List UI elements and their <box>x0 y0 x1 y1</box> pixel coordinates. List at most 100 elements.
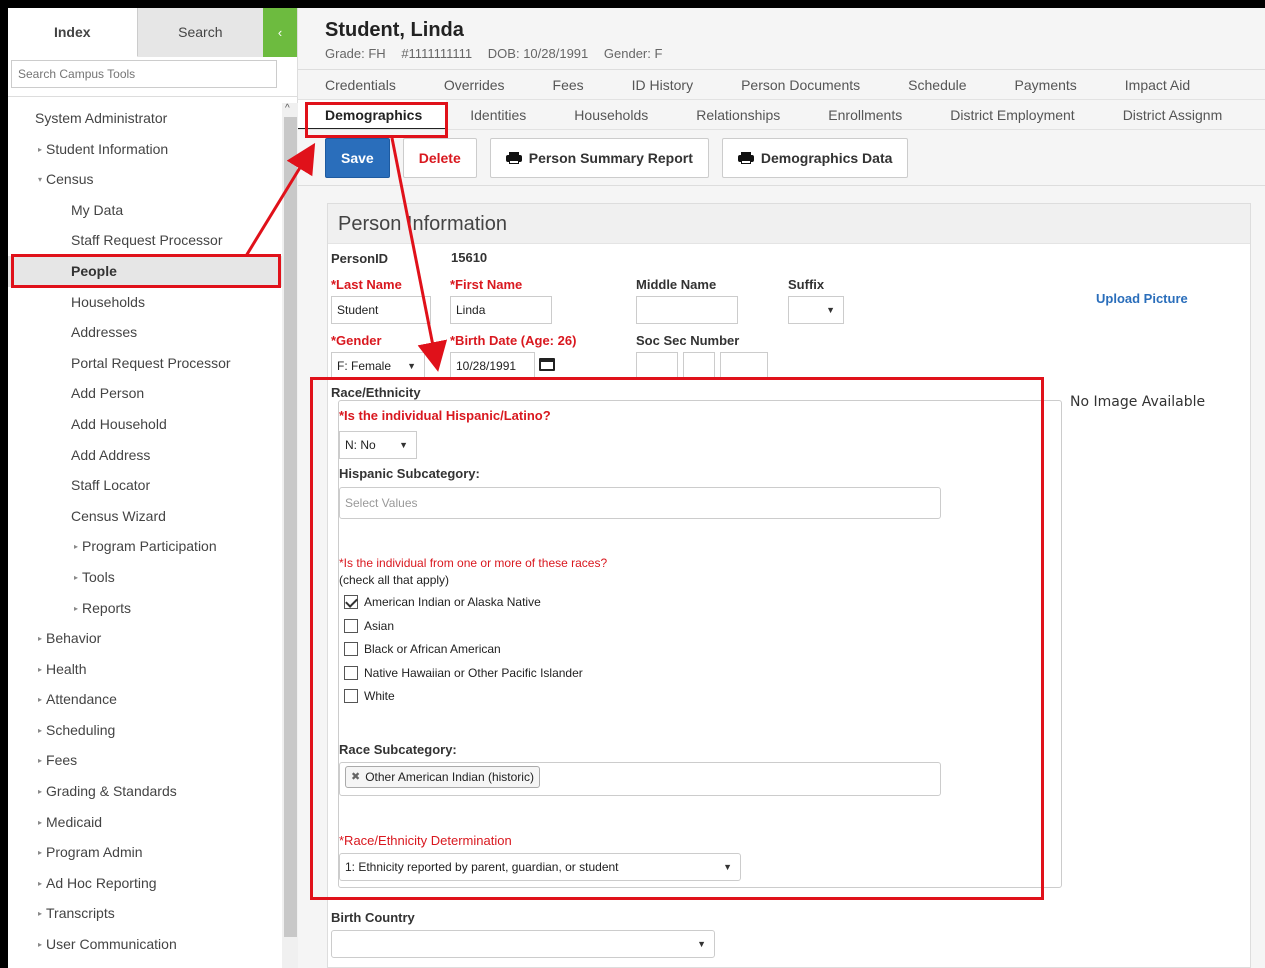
tab-id-history[interactable]: ID History <box>608 77 717 93</box>
hispanic-subcategory-input[interactable]: Select Values <box>339 487 941 519</box>
middle-name-input[interactable] <box>636 296 738 324</box>
delete-button[interactable]: Delete <box>402 137 477 178</box>
sidebar-item-label: Households <box>71 293 145 310</box>
student-dob: DOB: 10/28/1991 <box>487 46 589 61</box>
race-checkbox[interactable] <box>344 665 358 680</box>
tab-credentials[interactable]: Credentials <box>298 77 420 93</box>
gender-label: *Gender <box>331 333 382 348</box>
sidebar-item-ad-hoc-reporting[interactable]: ▸ Ad Hoc Reporting <box>8 868 283 899</box>
scroll-thumb[interactable] <box>284 117 297 937</box>
tab-identities[interactable]: Identities <box>446 107 550 123</box>
race-subcategory-input[interactable]: ✖ Other American Indian (historic) <box>339 762 941 796</box>
sidebar-item-label: Addresses <box>71 324 138 341</box>
caret-right-icon: ▸ <box>38 634 43 644</box>
save-button[interactable]: Save <box>325 137 390 178</box>
sidebar-item-user-communication[interactable]: ▸ User Communication <box>8 929 283 960</box>
caret-right-icon: ▸ <box>38 756 43 766</box>
race-option-label: White <box>364 689 395 703</box>
calendar-icon[interactable] <box>539 356 555 372</box>
demographics-data-button[interactable]: Demographics Data <box>721 137 909 178</box>
chevron-down-icon: ▼ <box>826 305 835 315</box>
tab-fees[interactable]: Fees <box>529 77 608 93</box>
tab-district-employment[interactable]: District Employment <box>926 107 1098 123</box>
tab-households[interactable]: Households <box>550 107 672 123</box>
upload-picture-link[interactable]: Upload Picture <box>1096 291 1188 306</box>
race-checkbox[interactable] <box>344 595 358 609</box>
sidebar-item-people[interactable]: People <box>8 255 283 287</box>
sidebar-item-program-participation[interactable]: ▸ Program Participation <box>8 531 283 562</box>
tab-schedule[interactable]: Schedule <box>884 77 990 93</box>
determination-select[interactable]: 1: Ethnicity reported by parent, guardia… <box>339 853 741 881</box>
hispanic-select[interactable]: N: No ▼ <box>339 431 417 459</box>
birth-date-input[interactable]: 10/28/1991 <box>450 352 535 380</box>
birth-country-label: Birth Country <box>331 910 415 925</box>
sidebar-item-medicaid[interactable]: ▸ Medicaid <box>8 807 283 838</box>
demographics-data-label: Demographics Data <box>760 149 893 166</box>
tab-relationships[interactable]: Relationships <box>672 107 804 123</box>
ssn-part-1-input[interactable] <box>636 352 678 380</box>
sidebar-item-portal-request-processor[interactable]: Portal Request Processor <box>8 348 283 379</box>
chevron-down-icon: ▼ <box>407 361 416 371</box>
sidebar-item-system-administrator[interactable]: System Administrator <box>8 103 283 134</box>
sidebar-item-grading-standards[interactable]: ▸ Grading & Standards <box>8 776 283 807</box>
sidebar-item-transcripts[interactable]: ▸ Transcripts <box>8 898 283 929</box>
race-checkbox[interactable] <box>344 689 358 703</box>
race-ethnicity-label: Race/Ethnicity <box>331 385 421 400</box>
sidebar-item-health[interactable]: ▸ Health <box>8 654 283 685</box>
tab-impact-aid[interactable]: Impact Aid <box>1101 77 1214 93</box>
sidebar-item-attendance[interactable]: ▸ Attendance <box>8 684 283 715</box>
sidebar-item-label: Medicaid <box>46 813 103 830</box>
tab-enrollments[interactable]: Enrollments <box>804 107 926 123</box>
toolbar: Save Delete Person Summary Report Demogr… <box>298 130 1265 186</box>
tab-overrides[interactable]: Overrides <box>420 77 529 93</box>
sidebar-item-fees[interactable]: ▸ Fees <box>8 745 283 776</box>
race-checkbox[interactable] <box>344 642 358 656</box>
tab-person-documents[interactable]: Person Documents <box>717 77 884 93</box>
first-name-input[interactable]: Linda <box>450 296 552 324</box>
printer-icon <box>737 151 754 164</box>
ssn-part-2-input[interactable] <box>683 352 715 380</box>
person-summary-report-button[interactable]: Person Summary Report <box>489 137 709 178</box>
sidebar-item-add-person[interactable]: Add Person <box>8 378 283 409</box>
sidebar-item-label: Add Person <box>71 385 145 402</box>
tab-payments[interactable]: Payments <box>991 77 1101 93</box>
sidebar-item-label: User Communication <box>46 936 177 953</box>
scroll-up-icon[interactable]: ^ <box>285 103 290 114</box>
remove-icon[interactable]: ✖ <box>351 764 360 790</box>
tab-district-assignm[interactable]: District Assignm <box>1099 107 1247 123</box>
person-id-label: PersonID <box>331 251 389 266</box>
suffix-select[interactable]: ▼ <box>788 296 844 324</box>
sidebar-item-staff-request-processor[interactable]: Staff Request Processor <box>8 225 283 256</box>
race-subcategory-chip-label: Other American Indian (historic) <box>365 770 534 784</box>
last-name-input[interactable]: Student <box>331 296 431 324</box>
tab-search[interactable]: Search <box>137 8 264 57</box>
sidebar-item-my-data[interactable]: My Data <box>8 195 283 226</box>
chevron-down-icon: ▼ <box>697 939 706 949</box>
sidebar-item-label: Fees <box>46 752 78 769</box>
sidebar-item-census-wizard[interactable]: Census Wizard <box>8 501 283 532</box>
race-subcategory-chip[interactable]: ✖ Other American Indian (historic) <box>345 766 540 788</box>
search-campus-tools-input[interactable] <box>11 60 277 88</box>
collapse-sidebar-button[interactable]: ‹ <box>263 8 297 57</box>
sidebar-item-program-admin[interactable]: ▸ Program Admin <box>8 837 283 868</box>
sidebar-item-households[interactable]: Households <box>8 287 283 318</box>
sidebar-item-add-address[interactable]: Add Address <box>8 440 283 471</box>
sidebar-item-scheduling[interactable]: ▸ Scheduling <box>8 715 283 746</box>
sidebar-item-census[interactable]: ▾ Census <box>8 164 283 195</box>
sidebar-item-reports[interactable]: ▸ Reports <box>8 593 283 624</box>
birth-country-select[interactable]: ▼ <box>331 930 715 958</box>
sidebar-item-add-household[interactable]: Add Household <box>8 409 283 440</box>
sidebar-item-behavior[interactable]: ▸ Behavior <box>8 623 283 654</box>
sidebar-item-addresses[interactable]: Addresses <box>8 317 283 348</box>
ssn-part-3-input[interactable] <box>720 352 768 380</box>
gender-select[interactable]: F: Female ▼ <box>331 352 425 380</box>
hispanic-value: N: No <box>345 438 376 452</box>
student-name: Student, Linda <box>325 19 464 41</box>
race-checkbox[interactable] <box>344 618 358 633</box>
sidebar-scrollbar[interactable]: ^ <box>282 103 299 968</box>
sidebar-item-student-information[interactable]: ▸ Student Information <box>8 134 283 165</box>
sidebar-item-tools[interactable]: ▸ Tools <box>8 562 283 593</box>
sidebar-item-staff-locator[interactable]: Staff Locator <box>8 470 283 501</box>
tab-index[interactable]: Index <box>8 8 138 57</box>
tab-demographics[interactable]: Demographics <box>298 100 447 129</box>
